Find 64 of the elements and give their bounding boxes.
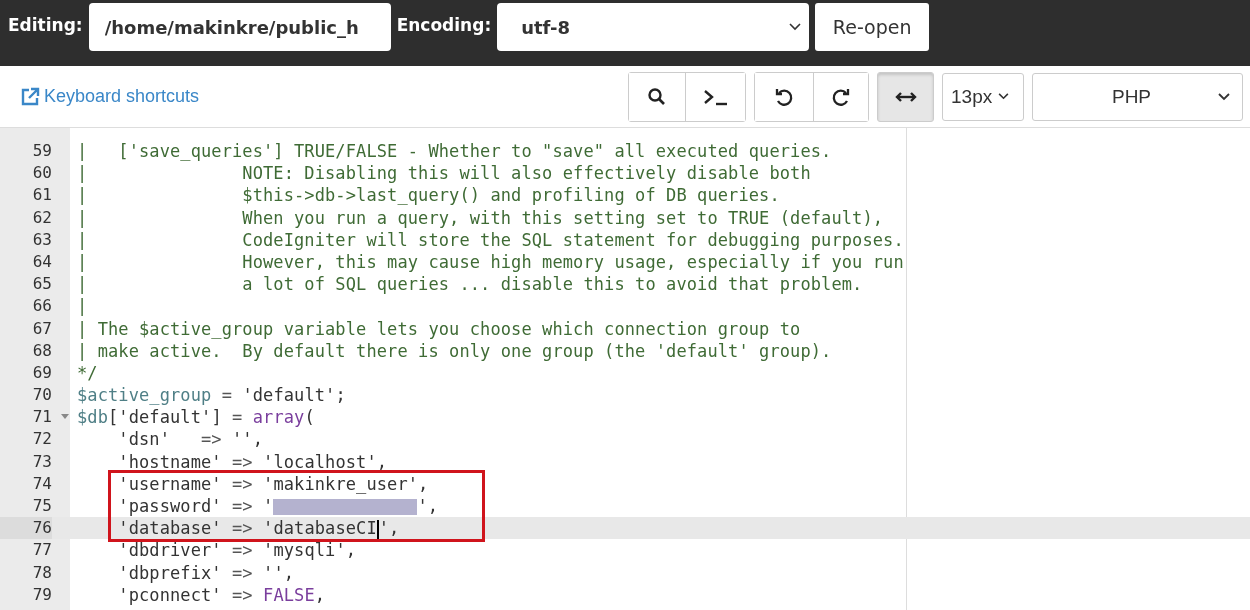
- line-number: 68: [31, 339, 52, 362]
- line-number: 70: [31, 384, 52, 407]
- code-line: |: [76, 295, 89, 318]
- command-line-button[interactable]: [685, 72, 745, 121]
- chevron-down-icon: [1218, 92, 1230, 101]
- code-line: 'dsn' => '',: [117, 428, 265, 451]
- code-line: $active_group = 'default';: [76, 384, 347, 407]
- line-number: 73: [31, 450, 52, 473]
- line-number: 76: [0, 517, 52, 540]
- line-number: 75: [31, 495, 52, 517]
- code-line: $db['default'] = array(: [52, 406, 1250, 429]
- search-icon: [647, 86, 667, 107]
- line-number: 78: [31, 561, 52, 584]
- code-line: | a lot of SQL queries ... disable this to avoid that problem.: [76, 273, 864, 296]
- terminal-icon: [702, 87, 729, 106]
- line-number: 59: [31, 140, 52, 162]
- chevron-down-icon: [998, 93, 1010, 100]
- code-editor[interactable]: [0, 128, 1250, 610]
- word-wrap-button[interactable]: [877, 71, 934, 122]
- line-number: 62: [31, 206, 52, 229]
- code-line: 'pconnect' => FALSE,: [117, 583, 327, 606]
- encoding-select[interactable]: utf-8: [497, 3, 810, 51]
- font-size-select[interactable]: 13px: [942, 72, 1024, 121]
- code-line: 'username' => 'makinkre_user',: [117, 472, 430, 495]
- line-number: 66: [31, 295, 52, 318]
- line-number: 65: [31, 273, 52, 296]
- code-line: 'dbdriver' => 'mysqli',: [117, 539, 358, 562]
- code-line: | $this->db->last_query() and profiling of DB queries.: [76, 184, 781, 207]
- line-number: 67: [31, 317, 52, 340]
- double-arrow-icon: [894, 90, 917, 103]
- language-mode-select[interactable]: PHP: [1032, 72, 1243, 121]
- line-number: 60: [31, 162, 52, 185]
- line-number: 71: [31, 406, 52, 429]
- text-cursor: [376, 519, 379, 539]
- line-number: 63: [31, 228, 52, 251]
- line-number: 69: [31, 361, 52, 384]
- keyboard-shortcuts-link[interactable]: Keyboard shortcuts: [20, 86, 200, 107]
- code-line: | make active. By default there is only one group (the 'default' group).: [76, 339, 833, 362]
- external-link-icon: [20, 86, 40, 107]
- redo-icon: [831, 86, 851, 107]
- line-number: 61: [31, 184, 52, 207]
- undo-icon: [774, 86, 794, 107]
- code-line: | ['save_queries'] TRUE/FALSE - Whether to "save" all executed queries.: [76, 140, 833, 163]
- line-number: 79: [31, 583, 52, 606]
- code-line: | However, this may cause high memory usage, especially if you run: [76, 250, 905, 274]
- chevron-down-icon: [789, 23, 802, 31]
- code-line: 'dbprefix' => '',: [117, 561, 296, 584]
- line-number: 74: [31, 472, 52, 495]
- code-line: */: [76, 361, 99, 385]
- editing-label: Editing:: [8, 15, 83, 35]
- line-number: 64: [31, 250, 52, 273]
- code-line: | The $active_group variable lets you choose which connection group to: [76, 317, 802, 340]
- redo-button[interactable]: [813, 72, 868, 121]
- code-line: | When you run a query, with this setting set to TRUE (default),: [76, 206, 885, 229]
- code-line: | NOTE: Disabling this will also effectively disable both: [76, 162, 812, 185]
- reopen-button[interactable]: Re-open: [815, 3, 930, 51]
- code-line: | CodeIgniter will store the SQL statement for debugging purposes.: [76, 228, 905, 251]
- encoding-label: Encoding:: [396, 15, 492, 35]
- code-line: 'password' => ' ',: [117, 495, 440, 518]
- line-number: 77: [31, 539, 52, 562]
- file-path-field[interactable]: /home/makinkre/public_h: [88, 3, 391, 51]
- fold-arrow-icon[interactable]: [60, 414, 69, 421]
- code-line: 'hostname' => 'localhost',: [117, 450, 389, 473]
- line-number: 72: [31, 428, 52, 451]
